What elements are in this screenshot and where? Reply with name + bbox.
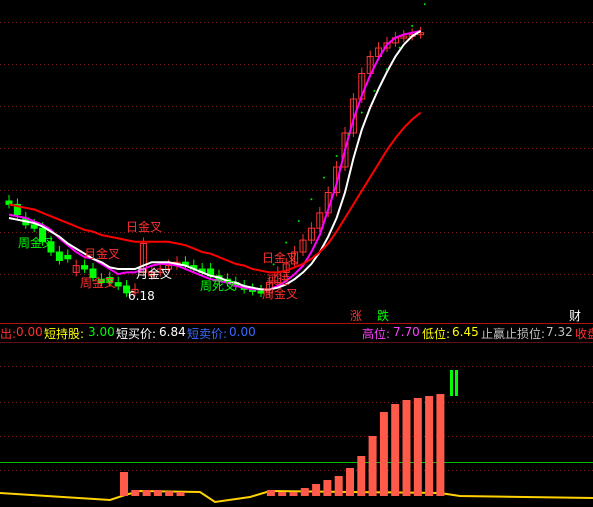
indicator-bar [153, 490, 162, 496]
moving-average-line [8, 30, 421, 291]
indicator-bar [323, 480, 332, 496]
chart-annotation: 月金叉 [84, 246, 120, 261]
indicator-bar [368, 436, 377, 496]
indicator-status-bar: 出: 0.00 短持股: 3.00 短买价: 6.84 短卖价: 0.00 高位… [0, 324, 593, 342]
indicator-bar [176, 492, 185, 496]
trend-dot [285, 241, 288, 244]
indicator-signal-bar [455, 370, 458, 396]
trend-dot [423, 3, 426, 6]
sell-price-label: 短卖价: [187, 327, 228, 341]
candle [64, 254, 72, 260]
indicator-bar [425, 396, 434, 496]
indicator-bar [357, 456, 366, 496]
hold-label: 短持股: [44, 327, 85, 341]
trend-dot [411, 24, 414, 27]
trend-dot [398, 46, 401, 49]
indicator-bar [334, 476, 343, 496]
trend-dot [373, 89, 376, 92]
signal-label: 涨 [350, 308, 362, 323]
indicator-bar [391, 404, 400, 496]
chart-annotation: 周金叉 [18, 235, 54, 250]
trend-dot [360, 111, 363, 114]
high-value: 7.70 [393, 325, 420, 339]
stop-label: 止赢止损位: [481, 327, 546, 341]
sell-label: 出: [0, 327, 17, 341]
indicator-bar [266, 490, 275, 496]
candle [55, 251, 63, 261]
indicator-bar [289, 492, 298, 496]
chart-annotation: 日金叉 [262, 250, 298, 265]
candle [30, 224, 38, 229]
trend-dot [310, 198, 313, 201]
indicator-bar [120, 472, 128, 496]
indicator-bar [278, 492, 287, 496]
indicator-bar [379, 412, 388, 496]
trend-dot [348, 133, 351, 136]
candle [81, 265, 89, 270]
indicator-bar [131, 490, 140, 496]
indicator-bar [346, 468, 354, 496]
hold-value: 3.00 [88, 325, 115, 339]
signal-label: 财 [569, 309, 581, 323]
low-label: 低位: [422, 327, 451, 341]
trend-dot [386, 68, 388, 71]
chart-annotation: 6.18 [128, 289, 155, 303]
chart-annotation: 月金叉 [136, 266, 172, 281]
indicator-bar [142, 490, 151, 496]
chart-annotation: 周死叉 [200, 279, 236, 293]
chart-annotation: 买进 [266, 273, 290, 287]
indicator-bar [413, 398, 422, 496]
buy-price-label: 短买价: [116, 327, 157, 341]
stock-chart: 日金叉周金叉月金叉周金叉月金叉周死叉日金叉买进周金叉6.18涨跌财 [0, 3, 593, 504]
sell-price-value: 0.00 [229, 325, 256, 339]
indicator-signal-bar [450, 370, 453, 396]
trend-dot [335, 154, 338, 157]
candle [114, 282, 122, 287]
chart-annotation: 周金叉 [262, 286, 298, 301]
indicator-bar [300, 488, 309, 496]
sell-value: 0.00 [16, 325, 43, 339]
indicator-bar [436, 394, 445, 496]
trend-dot [323, 176, 325, 179]
trend-dot [297, 219, 300, 222]
chart-annotation: 周金叉 [80, 275, 116, 290]
buy-price-value: 6.84 [159, 325, 186, 339]
indicator-bar [165, 491, 174, 496]
moving-average-line [8, 30, 422, 291]
signal-label: 跌 [377, 308, 389, 323]
stop-value: 7.32 [546, 325, 573, 339]
close-label: 收盘 [575, 327, 593, 341]
low-value: 6.45 [452, 325, 479, 339]
indicator-bar [402, 400, 411, 496]
high-label: 高位: [362, 327, 391, 341]
chart-annotation: 日金叉 [126, 219, 162, 234]
indicator-bar [312, 484, 321, 496]
